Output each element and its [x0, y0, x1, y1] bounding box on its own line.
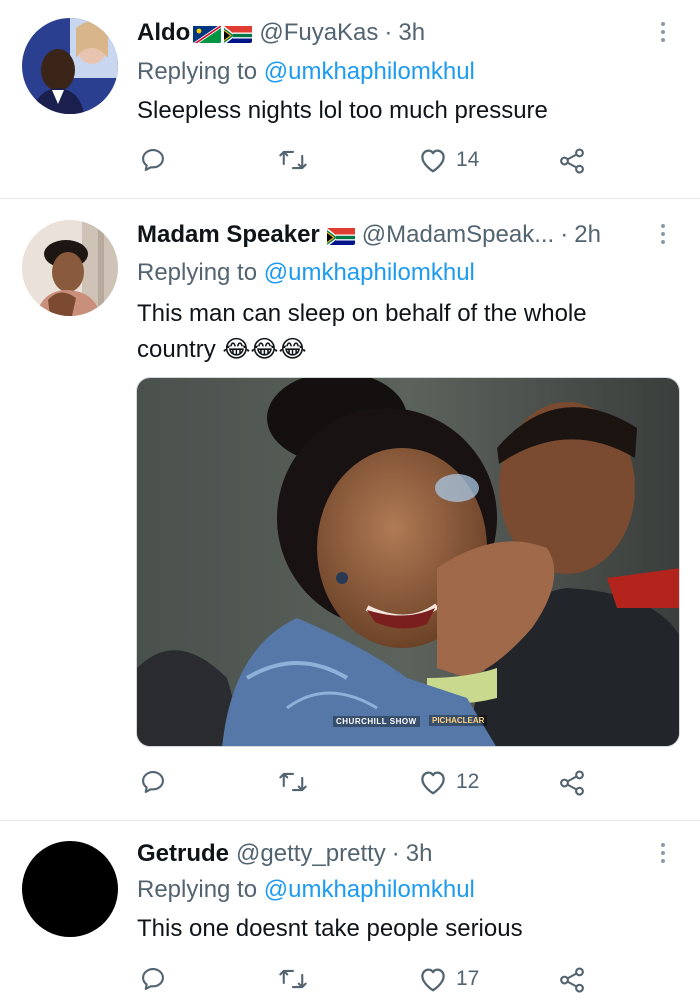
- handle[interactable]: @getty_pretty: [236, 840, 386, 868]
- like-button[interactable]: 17: [418, 965, 479, 993]
- display-name[interactable]: Getrude: [137, 840, 229, 868]
- replying-prefix: Replying to: [137, 58, 258, 85]
- reply-icon: [142, 771, 164, 793]
- display-name[interactable]: Aldo: [137, 19, 190, 47]
- more-options-icon[interactable]: [656, 221, 670, 247]
- divider: [0, 820, 700, 821]
- replying-to: Replying to @umkhaphilomkhul: [137, 259, 475, 287]
- avatar-image: [22, 18, 118, 114]
- display-name[interactable]: Madam Speaker: [137, 221, 320, 249]
- replying-prefix: Replying to: [137, 259, 258, 286]
- avatar[interactable]: [22, 220, 118, 316]
- retweet-icon: [279, 772, 307, 792]
- reply-button[interactable]: [139, 768, 167, 796]
- reply-icon: [142, 149, 164, 171]
- handle[interactable]: @MadamSpeak...: [362, 221, 554, 249]
- replying-to: Replying to @umkhaphilomkhul: [137, 876, 475, 904]
- retweet-button[interactable]: [278, 965, 308, 993]
- heart-icon: [421, 149, 445, 173]
- reply-icon: [142, 968, 164, 990]
- separator: ·: [391, 840, 400, 867]
- heart-icon: [421, 771, 445, 795]
- like-count: 12: [456, 770, 480, 793]
- share-button[interactable]: [557, 965, 587, 995]
- tweet-header: Madam Speaker @MadamSpeak... · 2h: [137, 220, 601, 250]
- more-options-icon[interactable]: [656, 19, 670, 45]
- mention-link[interactable]: @umkhaphilomkhul: [264, 876, 475, 903]
- reply-button[interactable]: [139, 965, 167, 993]
- share-icon: [560, 148, 584, 174]
- avatar[interactable]: [22, 841, 118, 937]
- timestamp[interactable]: 3h: [398, 19, 425, 47]
- mention-link[interactable]: @umkhaphilomkhul: [264, 259, 475, 286]
- retweet-icon: [279, 150, 307, 170]
- tweet-text: This one doesnt take people serious: [137, 915, 523, 942]
- retweet-button[interactable]: [278, 146, 308, 174]
- tweet-text: Sleepless nights lol too much pressure: [137, 97, 548, 124]
- photo: [137, 378, 679, 746]
- like-button[interactable]: 12: [418, 768, 479, 796]
- like-count: 17: [456, 967, 480, 990]
- share-icon: [560, 770, 584, 796]
- avatar[interactable]: [22, 18, 118, 114]
- timestamp[interactable]: 3h: [406, 840, 433, 868]
- tweet-header: Aldo @FuyaKas · 3h: [137, 18, 425, 48]
- share-icon: [560, 967, 584, 993]
- south-africa-flag-icon: [326, 226, 355, 245]
- separator: ·: [560, 221, 569, 248]
- mention-link[interactable]: @umkhaphilomkhul: [264, 58, 475, 85]
- like-button[interactable]: 14: [418, 146, 479, 174]
- tweet-header: Getrude @getty_pretty · 3h: [137, 839, 432, 869]
- south-africa-flag-icon: [224, 24, 253, 43]
- replying-prefix: Replying to: [137, 876, 258, 903]
- timestamp[interactable]: 2h: [574, 221, 601, 249]
- heart-icon: [421, 968, 445, 992]
- tweet-text: This man can sleep on behalf of the whol…: [137, 300, 587, 363]
- like-count: 14: [456, 148, 480, 171]
- separator: ·: [384, 19, 393, 46]
- watermark-left: CHURCHILL SHOW: [333, 716, 420, 727]
- retweet-icon: [279, 969, 307, 989]
- replying-to: Replying to @umkhaphilomkhul: [137, 58, 475, 86]
- share-button[interactable]: [557, 146, 587, 176]
- divider: [0, 198, 700, 199]
- more-options-icon[interactable]: [656, 840, 670, 866]
- retweet-button[interactable]: [278, 768, 308, 796]
- tweet-media-image[interactable]: CHURCHILL SHOW PICHACLEAR: [136, 377, 680, 747]
- watermark-right: PICHACLEAR: [429, 715, 488, 726]
- reply-button[interactable]: [139, 146, 167, 174]
- share-button[interactable]: [557, 768, 587, 798]
- handle[interactable]: @FuyaKas: [259, 19, 378, 47]
- namibia-flag-icon: [193, 24, 222, 43]
- avatar-image: [22, 220, 118, 316]
